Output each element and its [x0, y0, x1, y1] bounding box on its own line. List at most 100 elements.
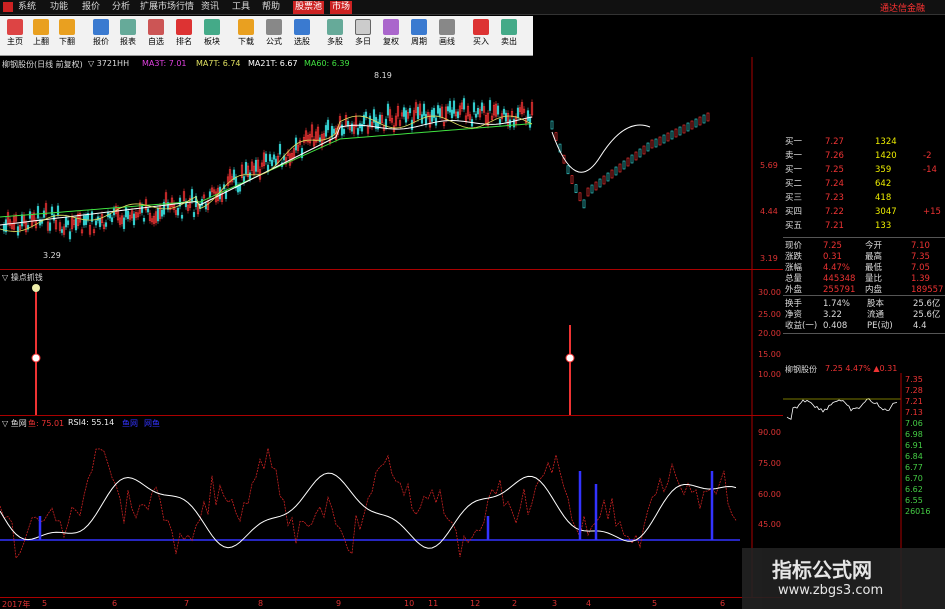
candle-body: [474, 113, 478, 118]
x-label: 6: [720, 599, 726, 608]
download-button[interactable]: 下载: [233, 17, 259, 53]
signal-pane[interactable]: ▽ 操点抓钱 30.00 25.00 20.00 15.00 10.00: [0, 269, 783, 416]
rsi-tick-1: 90.00: [758, 428, 781, 437]
candle-body: [496, 105, 500, 115]
fin-label: 流通: [867, 310, 885, 320]
quote-button[interactable]: 报价: [88, 17, 114, 53]
candle-body: [68, 231, 72, 240]
moving-average-line: [0, 116, 533, 226]
quote-stat-row: 现价 7.25 今开 7.10: [783, 241, 945, 252]
candle-body: [254, 159, 258, 172]
candle-body: [160, 209, 164, 217]
candle-body: [674, 128, 678, 138]
watermark-url: www.zbgs3.com: [778, 583, 884, 598]
stat-label: 现价: [785, 241, 803, 251]
adjust-button[interactable]: 复权: [378, 17, 404, 53]
menu-system[interactable]: 系统: [18, 1, 36, 14]
candle-body: [438, 108, 442, 117]
report-button[interactable]: 报表: [115, 17, 141, 53]
menu-tools[interactable]: 工具: [232, 1, 250, 14]
home-button[interactable]: 主页: [2, 17, 28, 53]
fin-label: 换手: [785, 299, 803, 309]
order-change: -14: [923, 165, 937, 175]
candle-body: [122, 217, 126, 229]
candle-body: [610, 169, 614, 179]
formula-button[interactable]: 公式: [261, 17, 287, 53]
sector-button[interactable]: 板块: [199, 17, 225, 53]
candle-body: [528, 116, 532, 128]
candle-body: [248, 172, 252, 180]
menu-help[interactable]: 帮助: [262, 1, 280, 14]
fin-value: 0.408: [823, 321, 848, 331]
menu-bar: 系统 功能 报价 分析 扩展市场行情 资讯 工具 帮助 股票池 市场 通达信金融: [0, 0, 945, 15]
candle-body: [326, 119, 330, 131]
candle-body: [504, 112, 508, 122]
buy-button[interactable]: 买入: [468, 17, 494, 53]
formula-icon: [266, 19, 282, 35]
candle-body: [424, 114, 428, 125]
candle-body: [450, 109, 454, 119]
menu-quote[interactable]: 报价: [82, 1, 100, 14]
menu-analysis[interactable]: 分析: [112, 1, 130, 14]
candle-body: [462, 98, 466, 110]
candle-body: [586, 187, 590, 197]
rsi-pane[interactable]: ▽ 鱼网 鱼: 75.01 RSI4: 55.14 鱼网 网鱼 90.00 75…: [0, 415, 783, 598]
mini-tick: 7.28: [905, 386, 923, 395]
watchlist-button[interactable]: 自选: [143, 17, 169, 53]
mini-tick: 6.98: [905, 430, 923, 439]
candle-body: [706, 112, 710, 122]
candle-body: [140, 205, 144, 213]
order-label: 买一: [785, 137, 803, 147]
order-price: 7.25: [825, 165, 844, 175]
candle-body: [654, 138, 658, 148]
menu-function[interactable]: 功能: [50, 1, 68, 14]
candle-body: [594, 181, 598, 191]
multi-day-button[interactable]: 多日: [350, 17, 376, 53]
sell-button[interactable]: 卖出: [496, 17, 522, 53]
page-up-button[interactable]: 上翻: [28, 17, 54, 53]
rsi4-line: [0, 472, 737, 549]
candle-body: [124, 207, 128, 218]
candle-body: [614, 166, 618, 176]
menu-news[interactable]: 资讯: [201, 1, 219, 14]
page-down-button[interactable]: 下翻: [54, 17, 80, 53]
candle-body: [516, 107, 520, 118]
candle-body: [204, 203, 208, 210]
candle-body: [598, 178, 602, 188]
candle-body: [238, 184, 242, 192]
buy-icon: [473, 19, 489, 35]
price-pane[interactable]: 柳钢股份(日线 前复权) ▽ 3721HH MA3T: 7.01 MA7T: 6…: [0, 57, 783, 269]
candle-body: [570, 175, 574, 184]
candle-body: [476, 107, 480, 115]
x-label: 2: [512, 599, 518, 608]
ranking-icon: [176, 19, 192, 35]
rsi-tick-4: 45.00: [758, 520, 781, 529]
x-label: 8: [258, 599, 264, 608]
signal-marker: [31, 353, 41, 363]
candle-body: [630, 154, 634, 164]
period-button[interactable]: 周期: [406, 17, 432, 53]
candle-body: [618, 163, 622, 173]
candle-body: [176, 207, 180, 216]
stock-picker-button[interactable]: 选股: [289, 17, 315, 53]
candle-body: [678, 126, 682, 136]
stat-value: 0.31: [823, 252, 842, 262]
signal-tick-1: 30.00: [758, 288, 781, 297]
tab-market[interactable]: 市场: [330, 1, 353, 14]
ranking-button[interactable]: 排名: [171, 17, 197, 53]
candle-body: [502, 108, 506, 115]
tab-stock-pool[interactable]: 股票池: [293, 1, 325, 14]
candle-body: [270, 159, 274, 166]
multi-stock-button[interactable]: 多股: [322, 17, 348, 53]
order-price: 7.21: [825, 221, 844, 231]
candle-body: [82, 215, 86, 226]
candle-body: [578, 192, 582, 202]
multi-stock-icon: [327, 19, 343, 35]
candle-body: [498, 118, 502, 124]
draw-line-button[interactable]: 画线: [434, 17, 460, 53]
quote-stat-row: 涨跌 0.31 最高 7.35: [783, 252, 945, 263]
mini-tick: 6.91: [905, 441, 923, 450]
x-label: 7: [184, 599, 190, 608]
menu-extended-market[interactable]: 扩展市场行情: [140, 1, 194, 14]
stat-label: 量比: [865, 274, 883, 284]
